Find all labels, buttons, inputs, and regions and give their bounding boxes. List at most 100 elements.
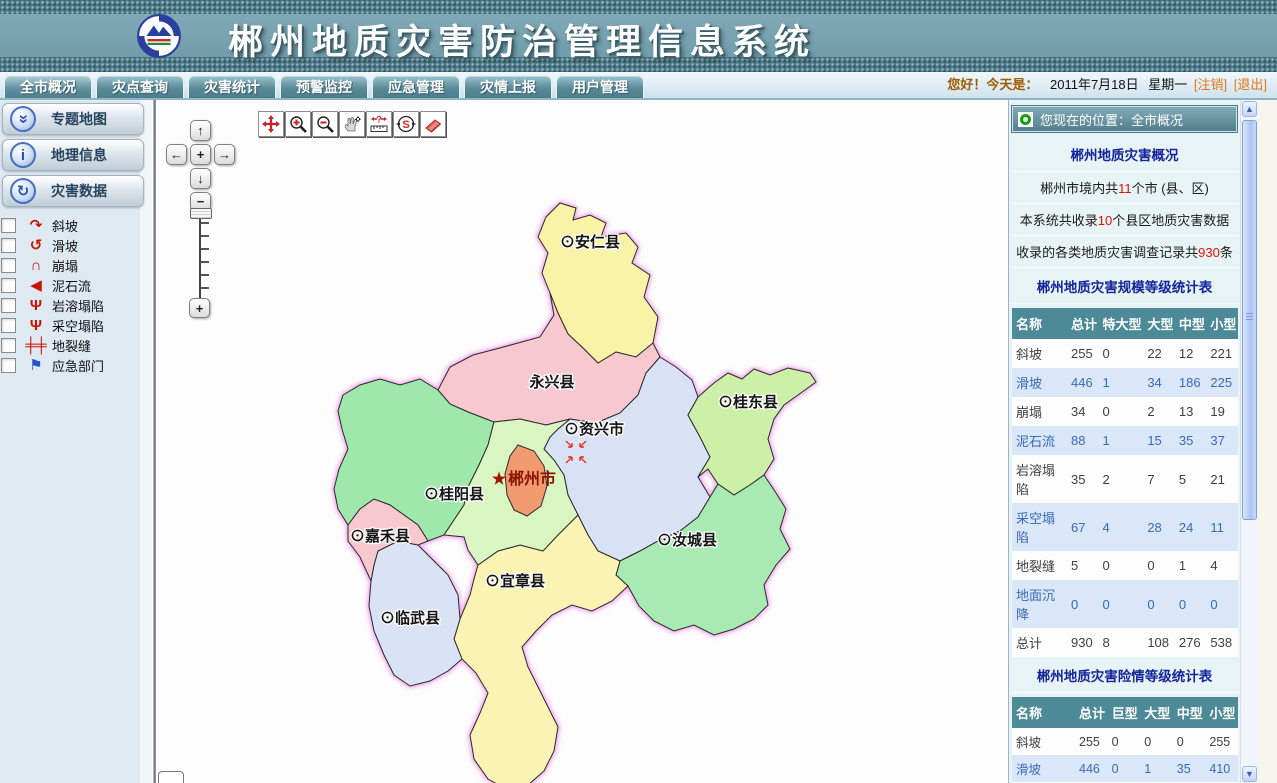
app-window: 郴州地质灾害防治管理信息系统 全市概况灾点查询灾害统计预警监控应急管理灾情上报用… <box>0 0 1277 783</box>
hand-identify-icon[interactable] <box>339 111 365 137</box>
table-row: 滑坡446134186225 <box>1012 368 1238 397</box>
emergency-dept-icon: ⚑ <box>24 358 48 373</box>
sidebar-section-label: 专题地图 <box>51 104 107 134</box>
layer-label: 应急部门 <box>52 356 104 375</box>
info-lines: 郴州市境内共11个市 (县、区)本系统共收录10个县区地质灾害数据收录的各类地质… <box>1009 172 1240 268</box>
location-bar: 您现在的位置：全市概况 <box>1012 106 1237 132</box>
overview-toggle-button[interactable] <box>158 771 184 783</box>
layer-item: ◀泥石流 <box>1 275 152 295</box>
danger-table: 名称总计巨型大型中型小型斜坡255000255滑坡4460135410崩塌340… <box>1012 697 1238 783</box>
zoom-out-icon[interactable] <box>312 111 338 137</box>
greeting-label: 您好！今天是： <box>947 77 1038 92</box>
overview-title: 郴州地质灾害概况 <box>1009 136 1240 172</box>
zoom-in-icon[interactable] <box>285 111 311 137</box>
col-header: 巨型 <box>1108 697 1141 728</box>
nav-tabs: 全市概况灾点查询灾害统计预警监控应急管理灾情上报用户管理 <box>4 75 644 98</box>
svg-text:?: ? <box>376 115 382 125</box>
pan-left-button[interactable]: ← <box>166 144 187 165</box>
zoom-tick <box>201 261 209 263</box>
page-background-strip <box>1258 100 1277 783</box>
table-row: 滑坡4460135410 <box>1012 755 1238 782</box>
pan-up-button[interactable]: ↑ <box>190 120 211 141</box>
layer-label: 泥石流 <box>52 276 91 295</box>
eraser-icon[interactable] <box>420 111 446 137</box>
info-line: 郴州市境内共11个市 (县、区) <box>1009 172 1240 204</box>
sidebar: « 专题地图 i 地理信息 ↻ 灾害数据 ↷斜坡↺滑坡∩崩塌◀泥石流Ψ岩溶塌陷Ψ… <box>0 100 152 783</box>
layer-checkbox[interactable] <box>1 238 16 253</box>
sidebar-section-geo-info[interactable]: i 地理信息 <box>2 139 144 171</box>
layer-checkbox[interactable] <box>1 358 16 373</box>
col-header: 名称 <box>1012 308 1067 339</box>
col-header: 大型 <box>1140 697 1173 728</box>
col-header: 小型 <box>1205 697 1238 728</box>
layer-checkbox[interactable] <box>1 258 16 273</box>
district-桂东县[interactable] <box>688 368 816 495</box>
pan-center-button[interactable]: + <box>190 144 211 165</box>
mining-subsidence-icon: Ψ <box>24 318 48 333</box>
scale-icon[interactable]: S <box>393 111 419 137</box>
greeting-bar: 您好！今天是： 2011年7月18日 星期一 [注销] [退出] <box>947 72 1267 98</box>
layer-item: ⚑ 应急部门 <box>1 355 152 375</box>
table-row: 斜坡255000255 <box>1012 728 1238 755</box>
table-row: 采空塌陷674282411 <box>1012 503 1238 551</box>
layer-checkbox[interactable] <box>1 338 16 353</box>
danger-table-title: 郴州地质灾害险情等级统计表 <box>1009 657 1240 693</box>
zoom-tick <box>201 248 209 250</box>
nav-tab-用户管理[interactable]: 用户管理 <box>556 75 644 98</box>
nav-tab-灾害统计[interactable]: 灾害统计 <box>188 75 276 98</box>
double-chevron-down-icon: « <box>10 106 36 132</box>
collapse-icon: ∩ <box>24 258 48 273</box>
tools-icon: i <box>10 142 36 168</box>
zoom-tick <box>201 287 209 289</box>
zoom-in-step-button[interactable]: + <box>189 298 210 318</box>
col-header: 特大型 <box>1099 308 1144 339</box>
nav-tab-灾点查询[interactable]: 灾点查询 <box>96 75 184 98</box>
sidebar-section-label: 地理信息 <box>51 140 107 170</box>
layer-checkbox[interactable] <box>1 218 16 233</box>
layer-list: ↷斜坡↺滑坡∩崩塌◀泥石流Ψ岩溶塌陷Ψ采空塌陷╪╪地裂缝⚑应急部门 <box>0 215 152 375</box>
scale-table: 名称总计特大型大型中型小型斜坡25502212221滑坡446134186225… <box>1012 308 1238 657</box>
ground-fissure-icon: ╪╪ <box>24 338 48 353</box>
nav-tab-预警监控[interactable]: 预警监控 <box>280 75 368 98</box>
exit-link[interactable]: [退出] <box>1234 77 1267 92</box>
pan-down-button[interactable]: ↓ <box>190 168 211 189</box>
district-临武县[interactable] <box>369 541 462 686</box>
scroll-thumb[interactable] <box>1242 120 1257 520</box>
scroll-grip <box>1246 313 1253 321</box>
zoom-slider-handle[interactable] <box>190 208 212 219</box>
measure-distance-icon[interactable]: ? <box>366 111 392 137</box>
current-date: 2011年7月18日 <box>1050 77 1139 92</box>
landslide-icon: ↺ <box>24 238 48 253</box>
nav-tab-灾情上报[interactable]: 灾情上报 <box>464 75 552 98</box>
nav-tab-全市概况[interactable]: 全市概况 <box>4 75 92 98</box>
main-navbar: 全市概况灾点查询灾害统计预警监控应急管理灾情上报用户管理 您好！今天是： 201… <box>0 72 1277 100</box>
col-header: 中型 <box>1175 308 1207 339</box>
info-line: 本系统共收录10个县区地质灾害数据 <box>1009 204 1240 236</box>
layer-checkbox[interactable] <box>1 278 16 293</box>
table-row: 地面沉降00000 <box>1012 580 1238 628</box>
layer-label: 滑坡 <box>52 236 78 255</box>
scroll-up-button[interactable]: ▲ <box>1242 101 1257 117</box>
pan-icon[interactable] <box>258 111 284 137</box>
nav-tab-应急管理[interactable]: 应急管理 <box>372 75 460 98</box>
table-row: 斜坡25502212221 <box>1012 339 1238 368</box>
karst-subsidence-icon: Ψ <box>24 298 48 313</box>
logout-link[interactable]: [注销] <box>1194 77 1227 92</box>
app-header: 郴州地质灾害防治管理信息系统 <box>0 0 1277 72</box>
layer-item: ╪╪地裂缝 <box>1 335 152 355</box>
scale-table-title: 郴州地质灾害规模等级统计表 <box>1009 268 1240 304</box>
app-logo-icon <box>136 13 182 59</box>
table-row: 崩塌34021319 <box>1012 397 1238 426</box>
table-row: 泥石流881153537 <box>1012 426 1238 455</box>
layer-label: 采空塌陷 <box>52 316 104 335</box>
sidebar-section-disaster-data[interactable]: ↻ 灾害数据 <box>2 175 144 207</box>
zoom-tick <box>201 274 209 276</box>
col-header: 中型 <box>1173 697 1206 728</box>
layer-checkbox[interactable] <box>1 318 16 333</box>
header-dot-band-top <box>0 0 1277 14</box>
layer-checkbox[interactable] <box>1 298 16 313</box>
scroll-down-button[interactable]: ▼ <box>1242 766 1257 782</box>
pan-right-button[interactable]: → <box>214 144 235 165</box>
col-header: 大型 <box>1143 308 1175 339</box>
sidebar-section-thematic-map[interactable]: « 专题地图 <box>2 103 144 135</box>
